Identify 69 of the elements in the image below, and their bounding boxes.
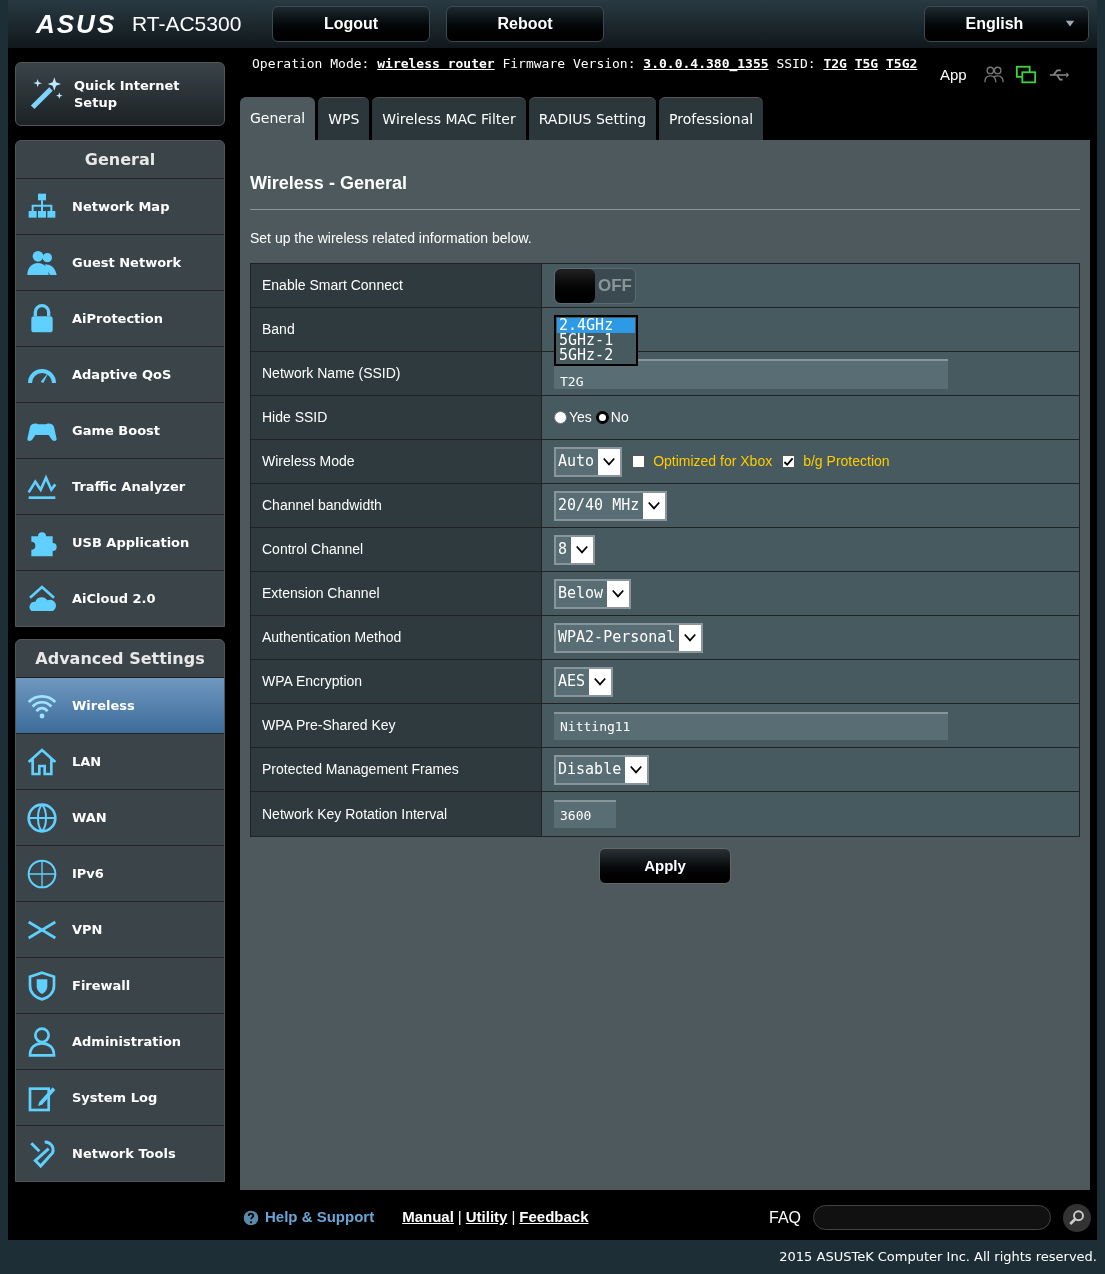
help-icon	[243, 1209, 259, 1226]
select-field[interactable]: Disable	[554, 754, 650, 785]
faq-label: FAQ	[769, 1207, 801, 1228]
header-button[interactable]: Logout	[272, 6, 430, 42]
field-label: Enable Smart Connect	[251, 264, 541, 307]
copyright: 2015 ASUSTeK Computer Inc. All rights reserved.	[779, 1248, 1097, 1267]
app-link[interactable]: App	[940, 64, 967, 87]
status-link[interactable]: wireless router	[377, 56, 495, 71]
status-link[interactable]: 3.0.0.4.380_1355	[643, 56, 769, 71]
apply-button[interactable]: Apply	[599, 848, 731, 884]
field-label: WPA Encryption	[251, 660, 541, 703]
select-field[interactable]: WPA2-Personal	[554, 622, 704, 653]
input-field[interactable]: Nitting11	[554, 711, 948, 740]
status-link[interactable]: T2G	[823, 56, 847, 71]
page-title: Wireless - General	[250, 172, 408, 195]
select-field[interactable]: Below	[554, 578, 632, 609]
field-label: Wireless Mode	[251, 440, 541, 483]
field-label: Hide SSID	[251, 396, 541, 439]
field-label: Extension Channel	[251, 572, 541, 615]
section-title: General	[83, 148, 157, 171]
field-label: WPA Pre-Shared Key	[251, 704, 541, 747]
person-icon	[26, 1025, 58, 1058]
link-separator: |	[457, 1207, 462, 1228]
footer-link[interactable]: Utility	[465, 1206, 508, 1229]
field-label: Protected Management Frames	[251, 748, 541, 791]
search-icon	[1068, 1208, 1086, 1227]
faq-search-field[interactable]	[813, 1205, 1051, 1230]
checkmark-icon	[783, 455, 795, 468]
search-button[interactable]	[1063, 1203, 1091, 1232]
select-field[interactable]: Auto	[554, 446, 623, 477]
field-label: Channel bandwidth	[251, 484, 541, 527]
radio-option[interactable]: Yes	[554, 407, 592, 428]
logo: ASUS	[36, 7, 118, 41]
status-link[interactable]: T5G2	[886, 56, 918, 71]
field-label: Control Channel	[251, 528, 541, 571]
header-button[interactable]: Reboot	[446, 6, 604, 42]
tab[interactable]: WPS	[318, 97, 370, 140]
field-label: Network Name (SSID)	[251, 352, 541, 395]
dropdown-list[interactable]: 2.4GHz 5GHz-1 5GHz-2	[554, 315, 638, 366]
status-label: SSID:	[776, 56, 816, 71]
checkbox-option[interactable]: b/g Protection	[782, 451, 890, 472]
shield-icon	[26, 969, 58, 1002]
language-dropdown[interactable]: English	[924, 6, 1089, 42]
select-field[interactable]: 20/40 MHz	[554, 490, 668, 521]
checkbox-option[interactable]: Optimized for Xbox	[632, 451, 773, 472]
tab[interactable]: General	[240, 97, 316, 140]
model-name: RT-AC5300	[132, 11, 243, 38]
field-label: Band	[251, 308, 541, 351]
help-link[interactable]: Help & Support	[243, 1206, 375, 1229]
field-label: Authentication Method	[251, 616, 541, 659]
select-field[interactable]: AES	[554, 666, 614, 697]
footer-link[interactable]: Feedback	[519, 1206, 589, 1229]
section-title: Advanced Settings	[34, 647, 206, 670]
field-label: Network Key Rotation Interval	[251, 792, 541, 836]
list-option[interactable]: 5GHz-1	[557, 333, 635, 348]
status-label: Operation Mode:	[252, 56, 370, 71]
quick-setup-button[interactable]: Quick Internet Setup	[15, 62, 225, 126]
input-field[interactable]: 3600	[554, 800, 616, 828]
tab[interactable]: RADIUS Setting	[528, 97, 657, 140]
status-link[interactable]: T5G	[854, 56, 879, 71]
footer-link[interactable]: Manual	[402, 1206, 454, 1229]
sidebar-item[interactable]: Wireless	[16, 677, 224, 733]
radio-option[interactable]: No	[595, 407, 629, 428]
status-label: Firmware Version:	[502, 56, 636, 71]
tab[interactable]: Professional	[659, 97, 764, 140]
page-description: Set up the wireless related information below.	[250, 229, 533, 248]
tab[interactable]: Wireless MAC Filter	[372, 97, 526, 140]
select-field[interactable]: 8	[554, 534, 596, 565]
link-separator: |	[511, 1207, 516, 1228]
